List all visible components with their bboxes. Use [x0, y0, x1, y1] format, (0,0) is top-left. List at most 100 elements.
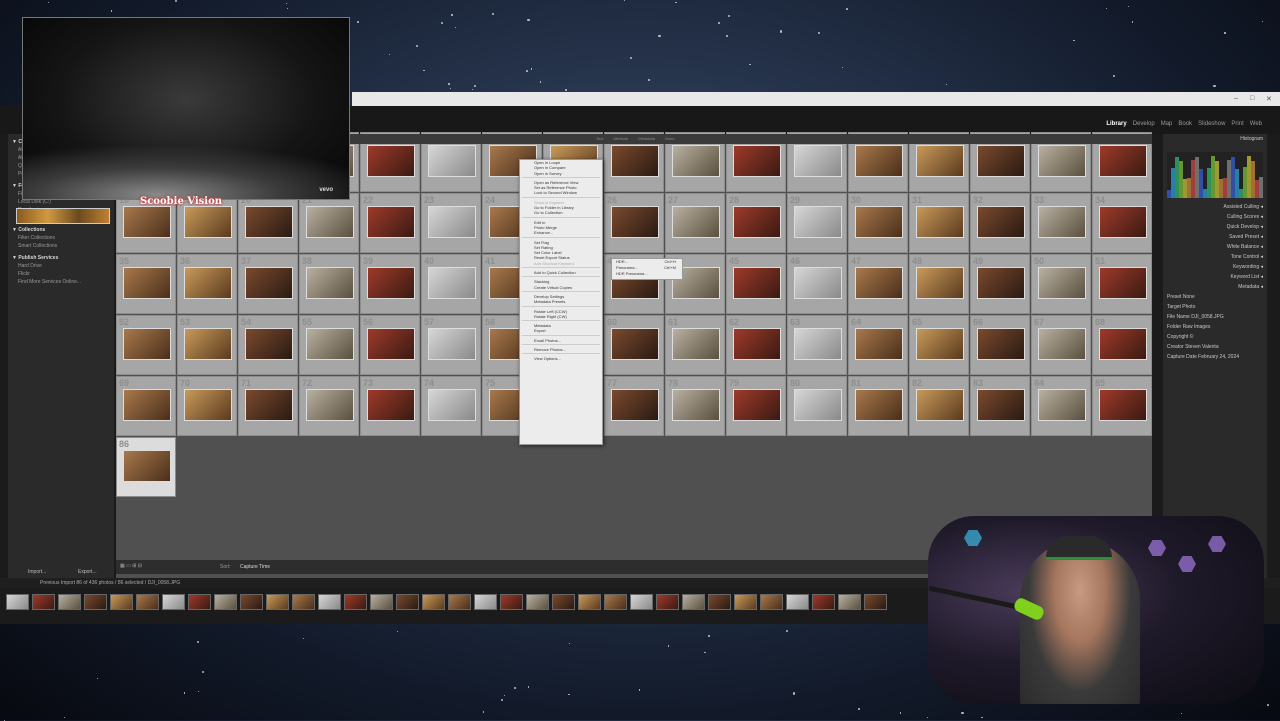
- filmstrip-thumb[interactable]: [136, 594, 159, 610]
- panel-quick-develop[interactable]: Quick Develop ◂: [1163, 222, 1267, 232]
- photo-cell[interactable]: 81: [848, 376, 908, 436]
- filmstrip-thumb[interactable]: [58, 594, 81, 610]
- panel-keywording[interactable]: Keywording ◂: [1163, 262, 1267, 272]
- photo-cell[interactable]: 71: [238, 376, 298, 436]
- photo-cell[interactable]: 62: [726, 315, 786, 375]
- photo-cell[interactable]: 52: [116, 315, 176, 375]
- photo-cell[interactable]: 79: [726, 376, 786, 436]
- photo-cell[interactable]: 33: [1031, 193, 1091, 253]
- filmstrip-thumb[interactable]: [214, 594, 237, 610]
- left-panel-item[interactable]: Find More Services Online...: [8, 278, 114, 286]
- menu-item-add-to-quick-collection[interactable]: Add to Quick Collection: [520, 270, 602, 275]
- filmstrip-thumb[interactable]: [526, 594, 549, 610]
- photo-cell[interactable]: 21: [299, 193, 359, 253]
- module-develop[interactable]: Develop: [1133, 121, 1155, 127]
- photo-cell[interactable]: 66: [970, 315, 1030, 375]
- photo-cell[interactable]: 83: [970, 376, 1030, 436]
- menu-item-go-to-collection[interactable]: Go to Collection: [520, 210, 602, 215]
- left-panel-item[interactable]: Hard Drive: [8, 262, 114, 270]
- import-button[interactable]: Import...: [24, 568, 50, 576]
- photo-cell[interactable]: 51: [1092, 254, 1152, 314]
- photo-cell[interactable]: 34: [1092, 193, 1152, 253]
- menu-item-view-options[interactable]: View Options...: [520, 356, 602, 361]
- panel-header-collections[interactable]: ▼ Collections: [8, 226, 114, 234]
- photo-cell[interactable]: 35: [116, 254, 176, 314]
- module-map[interactable]: Map: [1161, 121, 1173, 127]
- filmstrip-thumb[interactable]: [656, 594, 679, 610]
- filmstrip-thumb[interactable]: [708, 594, 731, 610]
- filmstrip-thumb[interactable]: [32, 594, 55, 610]
- photo-cell[interactable]: 49: [970, 254, 1030, 314]
- filmstrip-thumb[interactable]: [760, 594, 783, 610]
- filmstrip-thumb[interactable]: [422, 594, 445, 610]
- photo-cell[interactable]: 68: [1092, 315, 1152, 375]
- module-slideshow[interactable]: Slideshow: [1198, 121, 1225, 127]
- menu-item-lock-to-second-window[interactable]: Lock to Second Window: [520, 190, 602, 195]
- photo-cell[interactable]: 86: [116, 437, 176, 497]
- filmstrip-thumb[interactable]: [448, 594, 471, 610]
- filmstrip-thumb[interactable]: [266, 594, 289, 610]
- filmstrip-thumb[interactable]: [630, 594, 653, 610]
- panel-tone-control[interactable]: Tone Control ◂: [1163, 252, 1267, 262]
- photo-cell[interactable]: 45: [726, 254, 786, 314]
- filter-tab-attribute[interactable]: Attribute: [613, 136, 628, 141]
- panel-metadata[interactable]: Metadata ◂: [1163, 282, 1267, 292]
- module-book[interactable]: Book: [1178, 121, 1192, 127]
- photo-cell[interactable]: 69: [116, 376, 176, 436]
- photo-cell[interactable]: 37: [238, 254, 298, 314]
- filter-tab-none[interactable]: None: [665, 136, 675, 141]
- photo-cell[interactable]: 78: [665, 376, 725, 436]
- filmstrip-thumb[interactable]: [682, 594, 705, 610]
- panel-assisted-culling[interactable]: Assisted Culling ◂: [1163, 202, 1267, 212]
- module-library[interactable]: Library: [1106, 121, 1126, 127]
- photo-cell[interactable]: 77: [604, 376, 664, 436]
- panel-culling-scores[interactable]: Culling Scores ◂: [1163, 212, 1267, 222]
- photo-cell[interactable]: 72: [299, 376, 359, 436]
- photo-cell[interactable]: 57: [421, 315, 481, 375]
- filmstrip-thumb[interactable]: [162, 594, 185, 610]
- photo-cell[interactable]: 31: [909, 193, 969, 253]
- filmstrip-thumb[interactable]: [6, 594, 29, 610]
- filter-tab-metadata[interactable]: Metadata: [638, 136, 655, 141]
- photo-cell[interactable]: 26: [604, 193, 664, 253]
- filmstrip-source[interactable]: Previous Import 86 of 436 photos / 86 se…: [40, 580, 180, 586]
- photo-cell[interactable]: 67: [1031, 315, 1091, 375]
- photo-cell[interactable]: 46: [787, 254, 847, 314]
- photo-cell[interactable]: 38: [299, 254, 359, 314]
- filmstrip-thumb[interactable]: [84, 594, 107, 610]
- close-icon[interactable]: ✕: [1266, 95, 1274, 103]
- photo-cell[interactable]: 55: [299, 315, 359, 375]
- photo-cell[interactable]: 32: [970, 193, 1030, 253]
- left-panel-item[interactable]: Smart Collections: [8, 242, 114, 250]
- panel-white-balance[interactable]: White Balance ◂: [1163, 242, 1267, 252]
- export-button[interactable]: Export...: [74, 568, 101, 576]
- menu-item-metadata-presets[interactable]: Metadata Presets: [520, 299, 602, 304]
- filmstrip-thumb[interactable]: [344, 594, 367, 610]
- filmstrip-thumb[interactable]: [734, 594, 757, 610]
- photo-cell[interactable]: 20: [238, 193, 298, 253]
- filmstrip-thumb[interactable]: [370, 594, 393, 610]
- photo-cell[interactable]: 47: [848, 254, 908, 314]
- histogram-header[interactable]: Histogram: [1163, 134, 1267, 144]
- menu-item-rotate-right-cw[interactable]: Rotate Right (CW): [520, 314, 602, 319]
- filmstrip-thumb[interactable]: [812, 594, 835, 610]
- photo-cell[interactable]: 80: [787, 376, 847, 436]
- menu-item-remove-photos[interactable]: Remove Photos...: [520, 347, 602, 352]
- filmstrip-thumb[interactable]: [292, 594, 315, 610]
- photo-cell[interactable]: 82: [909, 376, 969, 436]
- photo-cell[interactable]: 73: [360, 376, 420, 436]
- panel-header-publish-services[interactable]: ▼ Publish Services: [8, 254, 114, 262]
- filmstrip-thumb[interactable]: [110, 594, 133, 610]
- filmstrip-thumb[interactable]: [552, 594, 575, 610]
- filter-tab-text[interactable]: Text: [596, 136, 603, 141]
- filmstrip-thumb[interactable]: [838, 594, 861, 610]
- photo-cell[interactable]: 29: [787, 193, 847, 253]
- grid-view-icon[interactable]: ▦ ▭ ⊞ ⊟: [120, 563, 142, 569]
- module-print[interactable]: Print: [1231, 121, 1243, 127]
- minimize-icon[interactable]: –: [1234, 95, 1242, 103]
- photo-cell[interactable]: 27: [665, 193, 725, 253]
- panel-saved-preset[interactable]: Saved Preset ◂: [1163, 232, 1267, 242]
- filmstrip-thumb[interactable]: [240, 594, 263, 610]
- menu-item-email-photos[interactable]: Email Photos...: [520, 338, 602, 343]
- photo-cell[interactable]: 56: [360, 315, 420, 375]
